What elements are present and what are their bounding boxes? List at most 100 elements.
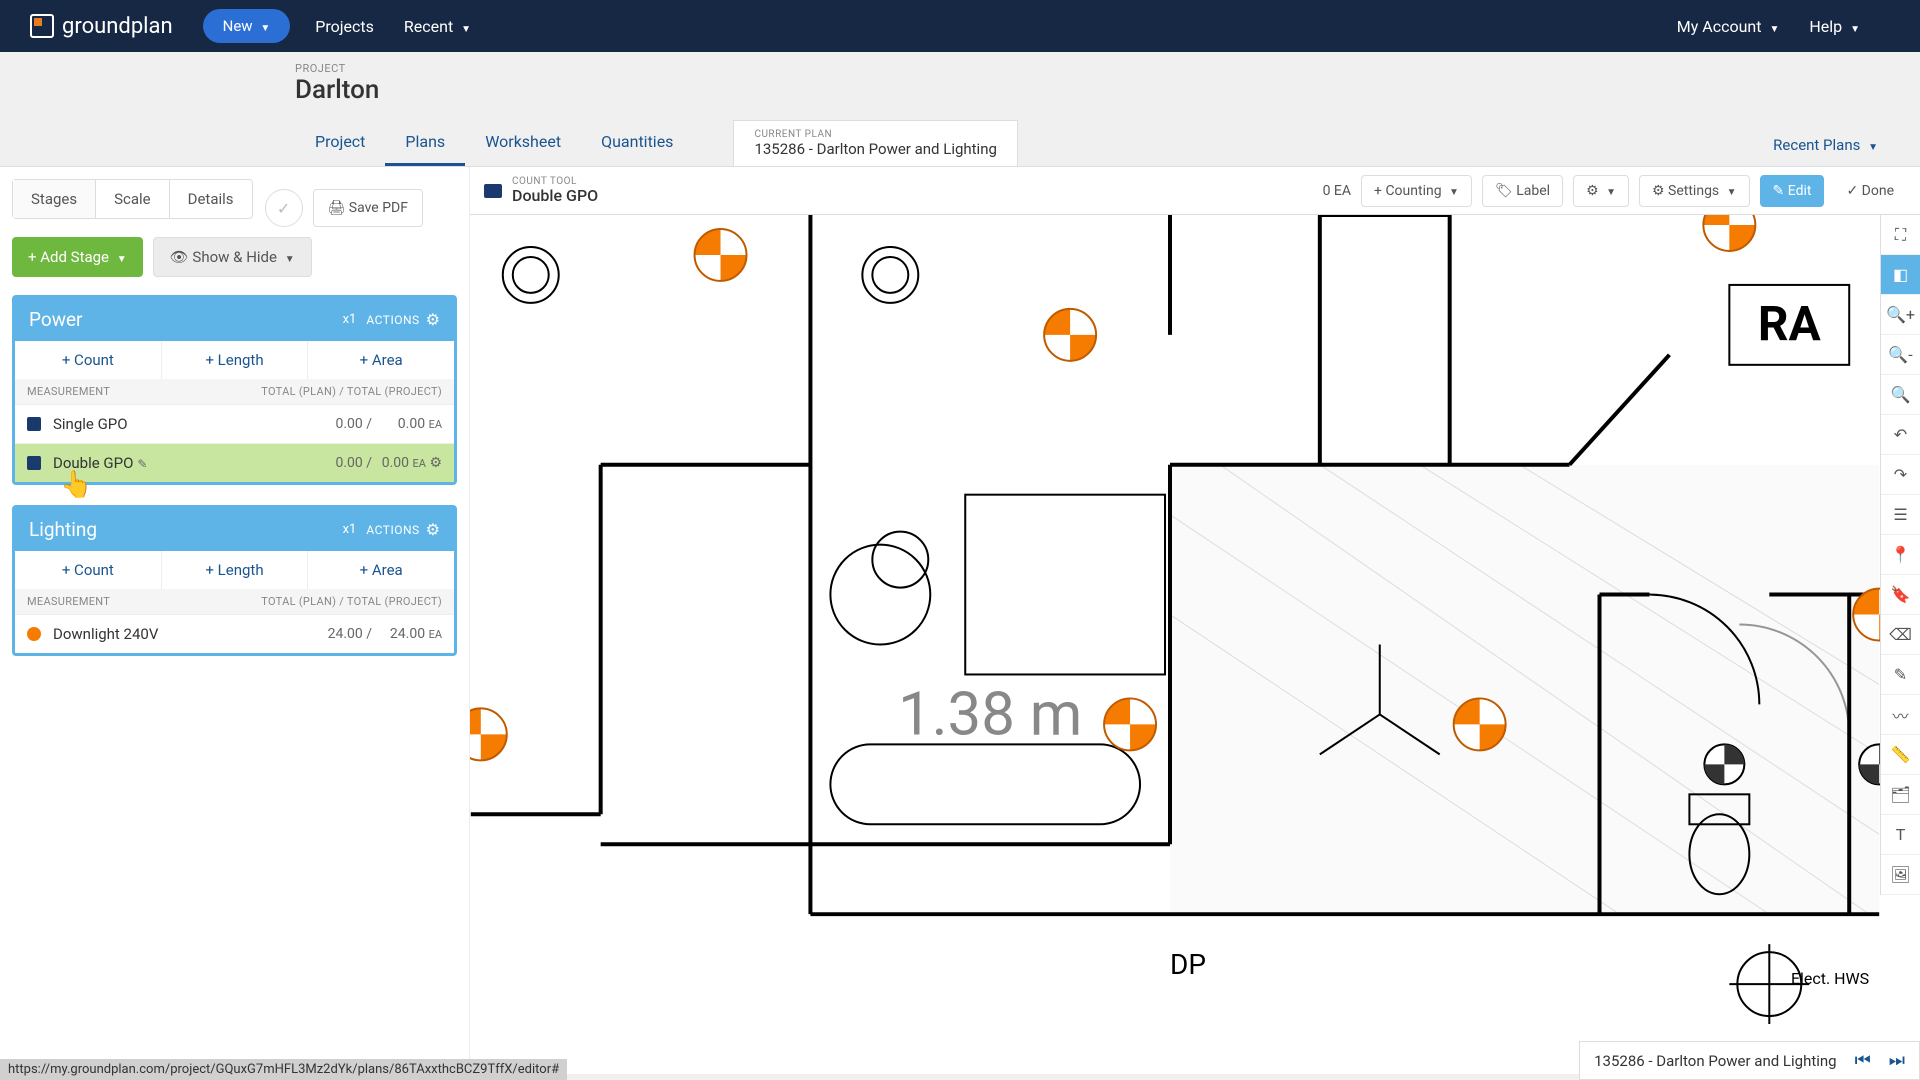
workspace: Stages Scale Details ✓ 🖨 Save PDF + Add … <box>0 166 1920 1074</box>
side-tabs: Stages Scale Details <box>12 179 253 219</box>
measurement-icon <box>27 456 41 470</box>
undo-icon[interactable]: ↶ <box>1881 415 1920 455</box>
ea-count: 0 EA <box>1323 183 1351 199</box>
measurement-plan-value: 24.00 / <box>302 626 372 642</box>
tag-icon[interactable]: 🔖 <box>1881 575 1920 615</box>
measurement-row[interactable]: Downlight 240V 24.00 / 24.00 EA <box>15 614 454 653</box>
done-button[interactable]: ✓ Done <box>1834 176 1906 206</box>
settings-dropdown[interactable]: ⚙ Settings ▼ <box>1639 175 1750 207</box>
pencil-icon: ✎ <box>137 457 147 471</box>
brand-text: groundplan <box>62 14 173 39</box>
logo[interactable]: groundplan <box>30 14 173 39</box>
show-hide-button[interactable]: 👁 Show & Hide ▼ <box>153 237 312 277</box>
tab-plans[interactable]: Plans <box>385 120 465 166</box>
downlight-marker[interactable] <box>1104 698 1156 750</box>
gear-icon[interactable]: ⚙ <box>426 520 440 539</box>
add-area-button[interactable]: + Area <box>308 341 454 379</box>
stage-actions: ACTIONS <box>366 523 419 537</box>
add-count-button[interactable]: + Count <box>15 551 162 589</box>
measurement-project-value: 24.00 EA <box>372 626 442 642</box>
image-icon[interactable]: 🖼 <box>1881 855 1920 895</box>
redo-icon[interactable]: ↷ <box>1881 455 1920 495</box>
eraser-icon[interactable]: ⌫ <box>1881 615 1920 655</box>
recent-plans-dropdown[interactable]: Recent Plans ▼ <box>1761 124 1890 166</box>
layers-icon[interactable]: 🗂 <box>1881 775 1920 815</box>
stage-multiplier: x1 <box>343 522 357 537</box>
top-nav: groundplan New ▼ Projects Recent ▼ My Ac… <box>0 0 1920 52</box>
floorplan-canvas[interactable]: RA Elect. HWS DP 1.38 m <box>470 215 1880 1074</box>
measurement-name: Single GPO <box>53 415 302 433</box>
stage-title: Power <box>29 308 343 331</box>
count-tool-name: Double GPO <box>512 187 598 205</box>
fullscreen-icon[interactable]: ⛶ <box>1881 215 1920 255</box>
right-tool-strip: ⛶ ◧ 🔍+ 🔍- 🔍 ↶ ↷ ☰ 📍 🔖 ⌫ ✎ 〰 📏 🗂 T 🖼 <box>1880 215 1920 895</box>
stage-header[interactable]: Lighting x1 ACTIONS ⚙ <box>15 508 454 551</box>
dimension-label: 1.38 m <box>898 678 1082 749</box>
downlight-marker[interactable] <box>470 708 507 760</box>
nav-recent[interactable]: Recent ▼ <box>404 17 471 36</box>
stage-actions: ACTIONS <box>366 313 419 327</box>
measurement-icon <box>27 417 41 431</box>
status-circle-icon[interactable]: ✓ <box>265 189 303 227</box>
nav-help[interactable]: Help ▼ <box>1809 17 1860 36</box>
logo-icon <box>30 14 54 38</box>
current-plan-box[interactable]: CURRENT PLAN 135286 - Darlton Power and … <box>733 120 1017 166</box>
downlight-marker[interactable] <box>1703 215 1755 251</box>
stage-title: Lighting <box>29 518 343 541</box>
counting-dropdown[interactable]: + Counting ▼ <box>1361 175 1472 207</box>
edit-button[interactable]: ✎ Edit <box>1760 175 1825 207</box>
ruler-icon[interactable]: 📏 <box>1881 735 1920 775</box>
downlight-marker[interactable] <box>695 229 747 281</box>
stage-multiplier: x1 <box>343 312 357 327</box>
zoom-out-icon[interactable]: 🔍- <box>1881 335 1920 375</box>
add-length-button[interactable]: + Length <box>162 341 309 379</box>
text-icon[interactable]: T <box>1881 815 1920 855</box>
measurement-plan-value: 0.00 / <box>302 455 372 471</box>
cursor-icon: 👆 <box>60 470 92 500</box>
curve-icon[interactable]: 〰 <box>1881 695 1920 735</box>
add-stage-button[interactable]: + Add Stage ▼ <box>12 237 143 277</box>
save-pdf-button[interactable]: 🖨 Save PDF <box>313 189 423 227</box>
subheader: PROJECT Darlton Project Plans Worksheet … <box>0 52 1920 166</box>
main-tabs: Project Plans Worksheet Quantities <box>295 120 693 166</box>
next-plan-icon[interactable]: ⏭ <box>1889 1050 1905 1071</box>
zoom-in-icon[interactable]: 🔍+ <box>1881 295 1920 335</box>
canvas-toolbar: COUNT TOOL Double GPO 0 EA + Counting ▼ … <box>470 167 1920 215</box>
list-icon[interactable]: ☰ <box>1881 495 1920 535</box>
tab-quantities[interactable]: Quantities <box>581 120 693 166</box>
stage-header[interactable]: Power x1 ACTIONS ⚙ <box>15 298 454 341</box>
stage-card: Lighting x1 ACTIONS ⚙ + Count + Length +… <box>12 505 457 656</box>
prev-plan-icon[interactable]: ⏮ <box>1855 1050 1871 1071</box>
measurement-project-value: 0.00 EA <box>372 416 442 432</box>
downlight-marker[interactable] <box>1044 309 1096 361</box>
downlight-marker[interactable] <box>1454 698 1506 750</box>
side-tab-stages[interactable]: Stages <box>13 180 96 218</box>
measurement-project-value: 0.00 EA ⚙ <box>372 455 442 471</box>
sidebar: Stages Scale Details ✓ 🖨 Save PDF + Add … <box>0 167 470 1074</box>
ra-label: RA <box>1758 296 1822 352</box>
measurement-plan-value: 0.00 / <box>302 416 372 432</box>
gear-button[interactable]: ⚙ ▼ <box>1573 175 1629 207</box>
dp-label: DP <box>1170 948 1206 981</box>
nav-account[interactable]: My Account ▼ <box>1677 17 1780 36</box>
tab-worksheet[interactable]: Worksheet <box>465 120 581 166</box>
new-button[interactable]: New ▼ <box>203 9 291 43</box>
label-button[interactable]: 🏷 Label <box>1482 175 1563 207</box>
pencil-icon[interactable]: ✎ <box>1881 655 1920 695</box>
target-symbol <box>1704 744 1744 784</box>
status-plan-name: 135286 - Darlton Power and Lighting <box>1594 1052 1836 1070</box>
add-area-button[interactable]: + Area <box>308 551 454 589</box>
elect-label: Elect. HWS <box>1791 969 1869 988</box>
side-tab-scale[interactable]: Scale <box>96 180 170 218</box>
add-count-button[interactable]: + Count <box>15 341 162 379</box>
nav-projects[interactable]: Projects <box>315 17 374 36</box>
gear-icon[interactable]: ⚙ <box>426 310 440 329</box>
zoom-fit-icon[interactable]: 🔍 <box>1881 375 1920 415</box>
panel-icon[interactable]: ◧ <box>1881 255 1920 295</box>
project-name: Darlton <box>295 75 1890 105</box>
tab-project[interactable]: Project <box>295 120 385 166</box>
add-length-button[interactable]: + Length <box>162 551 309 589</box>
measurement-row[interactable]: Single GPO 0.00 / 0.00 EA <box>15 404 454 443</box>
pin-icon[interactable]: 📍 <box>1881 535 1920 575</box>
side-tab-details[interactable]: Details <box>170 180 252 218</box>
